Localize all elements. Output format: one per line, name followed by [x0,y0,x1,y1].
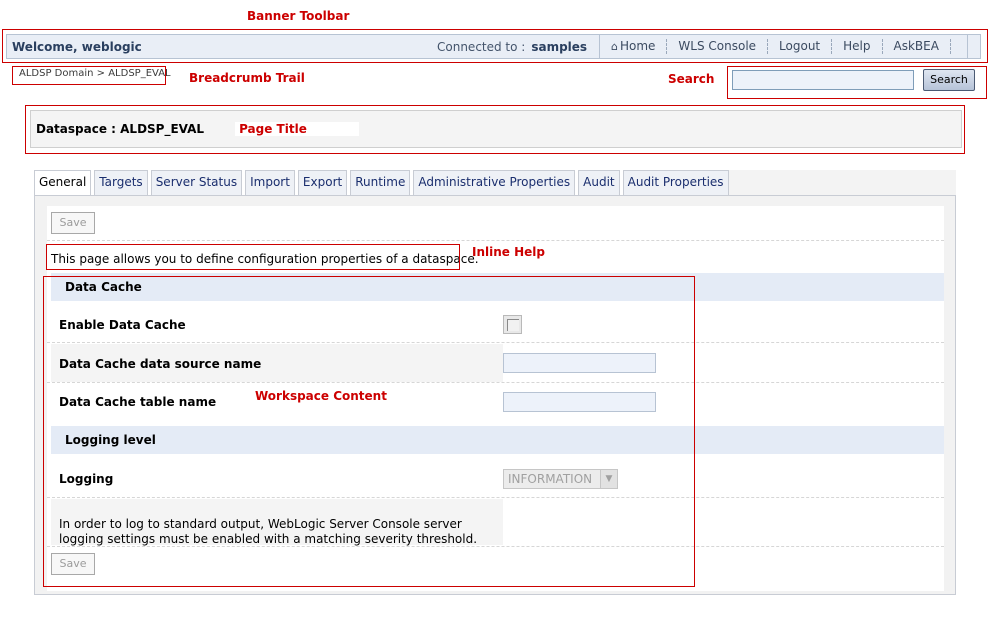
annotation-box-search [727,66,987,99]
annotation-box-page-title [25,105,965,154]
tab-general[interactable]: General [34,170,92,195]
tab-export[interactable]: Export [297,170,348,195]
save-button-top[interactable]: Save [51,212,95,234]
tab-audit[interactable]: Audit [578,170,620,195]
tab-strip-fill [706,170,956,195]
tab-administrative-properties[interactable]: Administrative Properties [413,170,576,195]
annotation-banner-toolbar: Banner Toolbar [247,9,350,23]
divider [47,240,944,241]
annotation-box-inline-help [46,244,460,270]
tab-server-status[interactable]: Server Status [150,170,243,195]
tab-audit-properties[interactable]: Audit Properties [622,170,729,195]
tab-runtime[interactable]: Runtime [350,170,411,195]
annotation-search: Search [668,72,715,86]
tab-import[interactable]: Import [245,170,295,195]
tab-bar: General Targets Server Status Import Exp… [34,170,732,195]
annotation-inline-help: Inline Help [472,245,545,259]
annotation-box-breadcrumb [12,66,166,85]
annotation-box-banner [2,29,988,63]
tab-targets[interactable]: Targets [94,170,148,195]
annotation-breadcrumb-trail: Breadcrumb Trail [189,71,305,85]
annotation-box-workspace [43,276,695,587]
